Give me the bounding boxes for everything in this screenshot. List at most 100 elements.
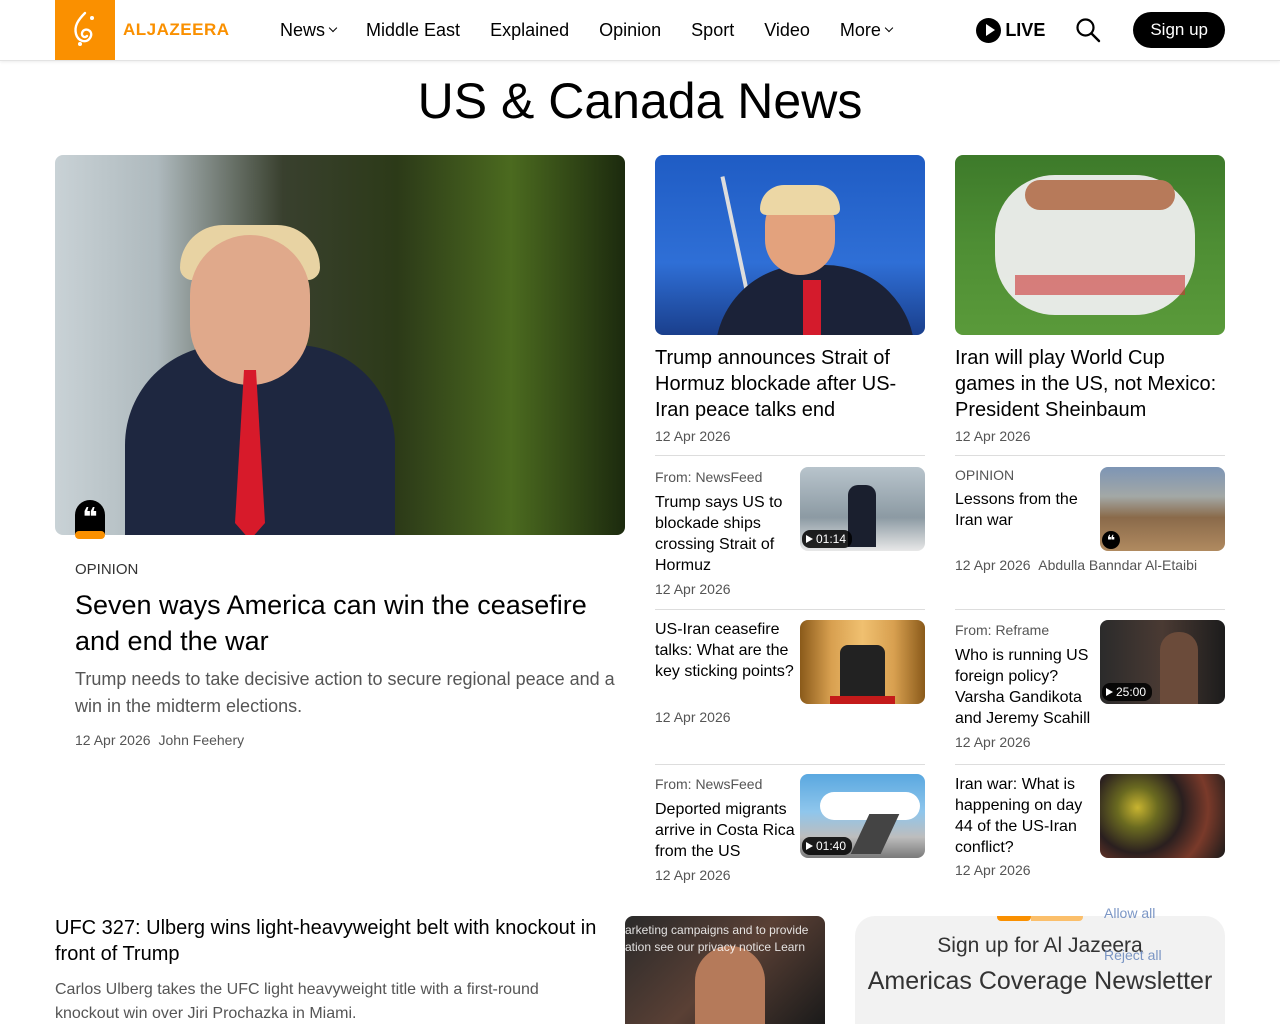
sign-up-button[interactable]: Sign up: [1133, 12, 1225, 48]
live-button[interactable]: LIVE: [976, 17, 1046, 43]
top-story-1-image[interactable]: [655, 155, 925, 335]
story-kicker: OPINION: [955, 467, 1015, 483]
nav-opinion-label: Opinion: [599, 19, 662, 40]
nav-more-label: More: [839, 19, 881, 40]
logo-emblem-icon: [55, 0, 115, 60]
chevron-down-icon: [328, 23, 338, 33]
site-header: ALJAZEERA News Middle East Explained Opi…: [0, 0, 1280, 61]
top-story-2-title[interactable]: Iran will play World Cup games in the US…: [955, 345, 1225, 423]
divider: [655, 764, 925, 765]
divider: [955, 609, 1225, 610]
story-image[interactable]: [1100, 774, 1225, 858]
nav-sport[interactable]: Sport: [691, 20, 734, 41]
nav-middle-east-label: Middle East: [366, 19, 461, 40]
bottom-story-image[interactable]: arketing campaigns and to provide ation …: [625, 916, 825, 1024]
cookie-banner-text: arketing campaigns and to provide ation …: [625, 922, 825, 956]
lead-author[interactable]: John Feehery: [159, 732, 245, 748]
image-figure: [760, 185, 840, 215]
nav-explained-label: Explained: [490, 19, 570, 40]
nav-news-label: News: [280, 19, 326, 40]
story-meta: 12 Apr 2026 Abdulla Banndar Al-Etaibi: [955, 557, 1197, 573]
story-date: 12 Apr 2026: [655, 709, 731, 725]
newsletter-heading-line1: Sign up for Al Jazeera: [937, 934, 1143, 957]
image-figure: [695, 946, 765, 1024]
story-date: 12 Apr 2026: [655, 581, 731, 597]
newsletter-signup-box[interactable]: Sign up for Al Jazeera Americas Coverage…: [855, 916, 1225, 1024]
bottom-story-title[interactable]: UFC 327: Ulberg wins light-heavyweight b…: [55, 915, 605, 967]
play-icon: [976, 17, 1002, 43]
story-date: 12 Apr 2026: [955, 862, 1031, 878]
newsletter-heading-line2: Americas Coverage Newsletter: [867, 967, 1213, 995]
top-story-1-date: 12 Apr 2026: [655, 428, 731, 444]
top-story-1-title[interactable]: Trump announces Strait of Hormuz blockad…: [655, 345, 925, 423]
lead-story-desc: Trump needs to take decisive action to s…: [75, 669, 615, 716]
story-date: 12 Apr 2026: [955, 557, 1031, 573]
nav-sport-label: Sport: [691, 19, 735, 40]
lead-date: 12 Apr 2026: [75, 732, 151, 748]
cookie-text-line: arketing campaigns and to provide: [625, 923, 809, 937]
image-figure: [803, 280, 821, 335]
image-figure: [1160, 632, 1198, 704]
story-date: 12 Apr 2026: [955, 734, 1031, 750]
lead-story-meta: 12 Apr 2026 John Feehery: [75, 732, 252, 748]
cookie-reject-all-button[interactable]: Reject all: [1104, 947, 1162, 963]
header-actions: LIVE Sign up: [976, 0, 1225, 60]
search-icon[interactable]: [1075, 17, 1101, 43]
cookie-allow-all-button[interactable]: Allow all: [1104, 905, 1155, 921]
lead-story-title[interactable]: Seven ways America can win the ceasefire…: [75, 587, 615, 659]
nav-video[interactable]: Video: [764, 20, 810, 41]
story-image[interactable]: 25:00: [1100, 620, 1225, 704]
page-title: US & Canada News: [417, 73, 863, 129]
top-story-2-image[interactable]: [955, 155, 1225, 335]
cookie-text-line: ation see our privacy notice Learn: [625, 940, 806, 954]
image-figure: [840, 645, 885, 700]
story-author[interactable]: Abdulla Banndar Al-Etaibi: [1038, 557, 1197, 573]
accent-bar: [75, 531, 105, 539]
story-date: 12 Apr 2026: [655, 867, 731, 883]
aljazeera-logo[interactable]: ALJAZEERA: [55, 0, 230, 60]
accent-bar: [1031, 916, 1083, 921]
video-duration-badge: 25:00: [1102, 683, 1153, 701]
image-figure: [830, 696, 895, 704]
image-figure: [1025, 180, 1175, 210]
main-nav: News Middle East Explained Opinion Sport…: [280, 0, 922, 60]
quote-icon: ❝: [1102, 531, 1120, 549]
divider: [955, 455, 1225, 456]
nav-middle-east[interactable]: Middle East: [366, 20, 460, 41]
story-image[interactable]: ❝: [1100, 467, 1225, 551]
image-figure: [190, 235, 310, 385]
story-title[interactable]: Who is running US foreign policy? Varsha…: [955, 645, 1095, 729]
bottom-story-desc: Carlos Ulberg takes the UFC light heavyw…: [55, 981, 539, 1022]
divider: [655, 609, 925, 610]
nav-more[interactable]: More: [839, 19, 894, 41]
image-figure: [848, 485, 876, 547]
story-image[interactable]: [800, 620, 925, 704]
story-kicker: From: Reframe: [955, 622, 1050, 638]
story-title[interactable]: Trump says US to blockade ships crossing…: [655, 492, 795, 576]
story-kicker: From: NewsFeed: [655, 776, 763, 792]
nav-video-label: Video: [764, 19, 810, 40]
nav-explained[interactable]: Explained: [490, 20, 569, 41]
divider: [655, 455, 925, 456]
video-duration-badge: 01:14: [802, 530, 853, 548]
story-image[interactable]: 01:40: [800, 774, 925, 858]
story-title[interactable]: Iran war: What is happening on day 44 of…: [955, 774, 1095, 858]
nav-opinion[interactable]: Opinion: [599, 20, 661, 41]
story-title[interactable]: US-Iran ceasefire talks: What are the ke…: [655, 619, 795, 682]
story-kicker: From: NewsFeed: [655, 469, 763, 485]
top-story-2-date: 12 Apr 2026: [955, 428, 1031, 444]
accent-bar: [997, 916, 1031, 921]
story-title[interactable]: Deported migrants arrive in Costa Rica f…: [655, 799, 795, 862]
image-figure: [1015, 275, 1185, 295]
nav-news[interactable]: News: [280, 19, 338, 41]
image-figure: [850, 814, 900, 854]
divider: [955, 764, 1225, 765]
logo-text: ALJAZEERA: [123, 20, 230, 39]
lead-story-image[interactable]: [55, 155, 625, 535]
video-duration-badge: 01:40: [802, 837, 853, 855]
story-title[interactable]: Lessons from the Iran war: [955, 489, 1095, 531]
story-image[interactable]: 01:14: [800, 467, 925, 551]
lead-kicker: OPINION: [75, 561, 139, 578]
live-label: LIVE: [1005, 19, 1046, 40]
quote-icon: ❝: [75, 500, 105, 534]
